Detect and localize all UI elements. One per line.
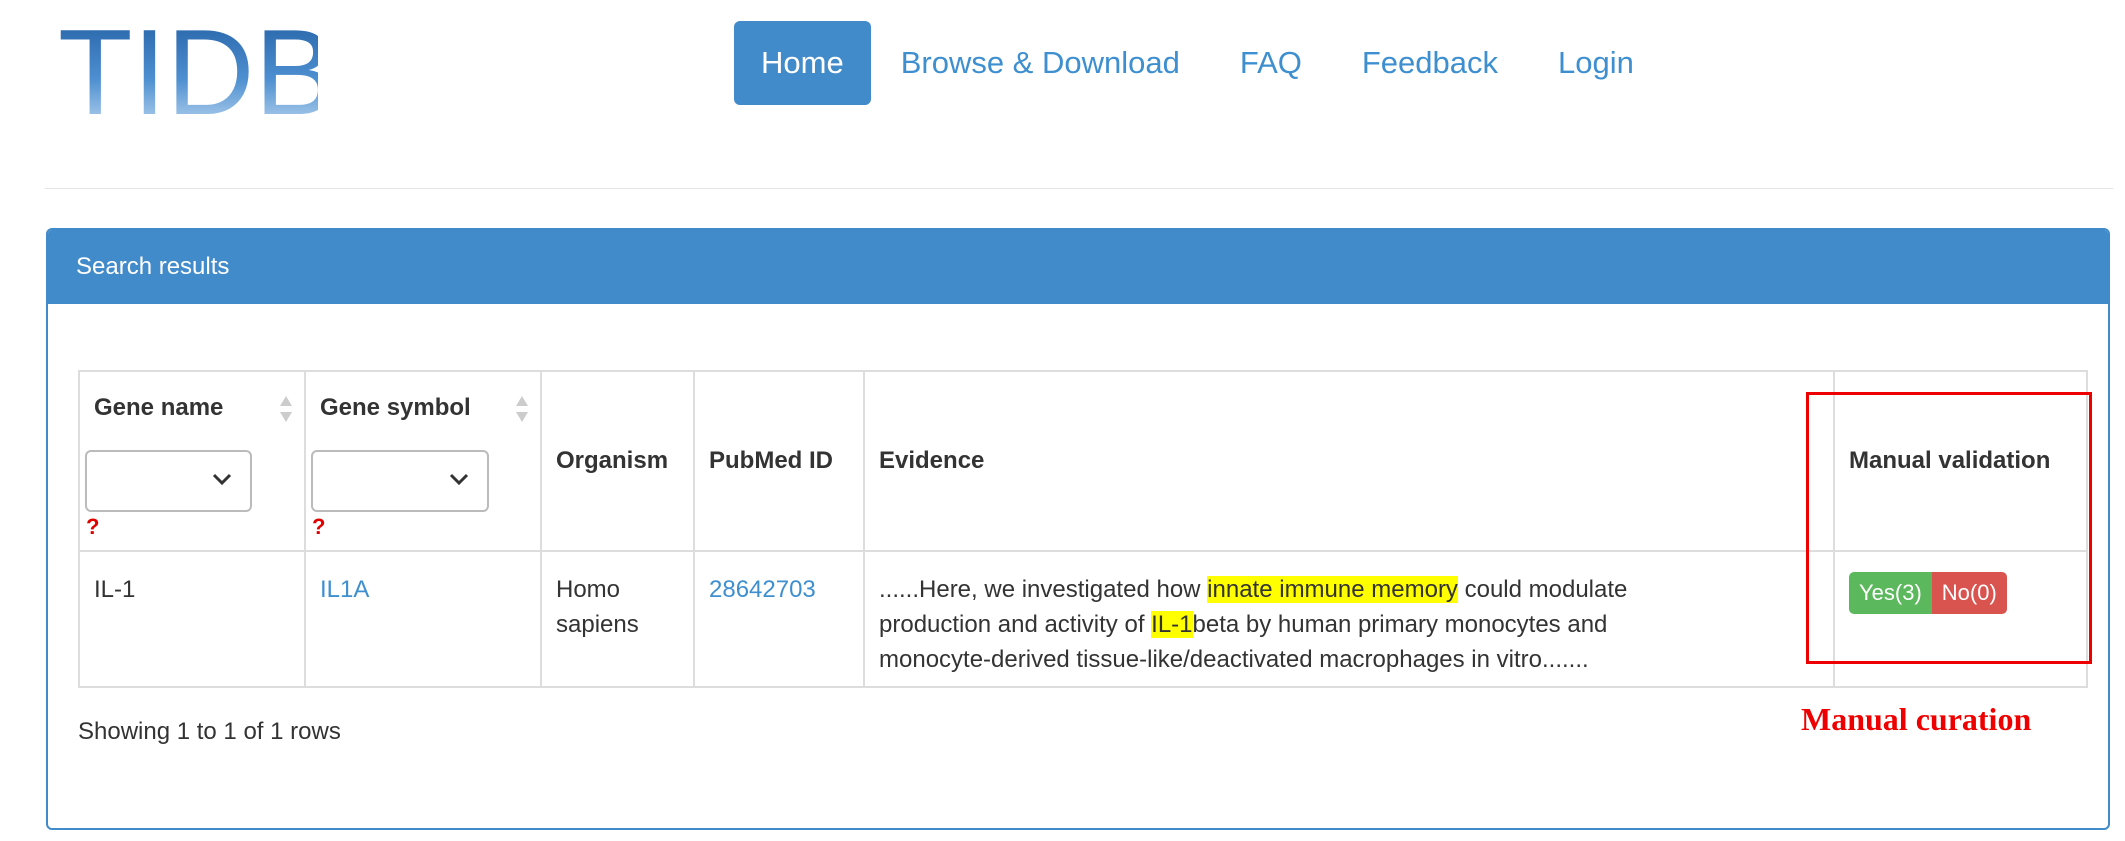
nav-faq[interactable]: FAQ [1210,21,1332,105]
main-nav: Home Browse & Download FAQ Feedback Logi… [734,21,1664,105]
search-results-panel: Search results Gene name ? Gene symbol ?… [46,228,2110,830]
col-evidence-label: Evidence [879,447,985,474]
evidence-text: ......Here, we investigated how [879,576,1208,603]
header-divider [45,188,2113,189]
chevron-down-icon [212,473,232,486]
panel-heading: Search results [48,230,2108,304]
pubmed-link[interactable]: 28642703 [709,576,816,603]
tidb-logo[interactable]: TIDB TIDB [58,14,318,154]
evidence-highlight: innate immune memory [1207,576,1458,603]
col-gene-name-label: Gene name [94,394,224,421]
cell-evidence: ......Here, we investigated how innate i… [863,550,1835,688]
nav-feedback[interactable]: Feedback [1332,21,1528,105]
annotation-highlight-box [1806,392,2092,664]
col-pubmed-id-label: PubMed ID [709,447,833,474]
gene-symbol-link[interactable]: IL1A [320,576,369,603]
chevron-down-icon [449,473,469,486]
pagination-info: Showing 1 to 1 of 1 rows [78,718,341,745]
col-evidence: Evidence [863,370,1835,552]
col-organism: Organism [540,370,695,552]
gene-symbol-filter-select[interactable] [311,450,489,512]
logo-text: TIDB [58,14,318,140]
evidence-text: production and activity of [879,611,1152,638]
gene-name-filter-select[interactable] [85,450,252,512]
nav-browse-download[interactable]: Browse & Download [871,21,1210,105]
col-gene-symbol-label: Gene symbol [320,394,471,421]
evidence-text: monocyte-derived tissue-like/deactivated… [879,646,1589,673]
col-gene-name[interactable]: Gene name ? [78,370,306,552]
sort-icon[interactable] [514,394,530,424]
help-icon[interactable]: ? [312,514,325,540]
organism-line1: Homo [556,576,621,603]
cell-organism: Homo sapiens [540,550,695,688]
cell-pubmed-id: 28642703 [693,550,865,688]
cell-gene-symbol: IL1A [304,550,542,688]
table-row: IL-1 IL1A Homo sapiens 28642703 ......He… [78,550,2088,688]
nav-home[interactable]: Home [734,21,871,105]
nav-login[interactable]: Login [1528,21,1664,105]
col-organism-label: Organism [556,447,669,474]
help-icon[interactable]: ? [86,514,99,540]
col-gene-symbol[interactable]: Gene symbol ? [304,370,542,552]
organism-line2: sapiens [556,611,639,638]
annotation-label: Manual curation [1801,701,2032,737]
logo-reflection: TIDB [58,138,318,154]
cell-gene-name: IL-1 [78,550,306,688]
evidence-highlight: IL-1 [1151,611,1193,638]
col-pubmed-id: PubMed ID [693,370,865,552]
results-table: Gene name ? Gene symbol ? Organism PubMe… [78,370,2088,688]
evidence-text: beta by human primary monocytes and [1192,611,1608,638]
sort-icon[interactable] [278,394,294,424]
evidence-text: could modulate [1457,576,1628,603]
